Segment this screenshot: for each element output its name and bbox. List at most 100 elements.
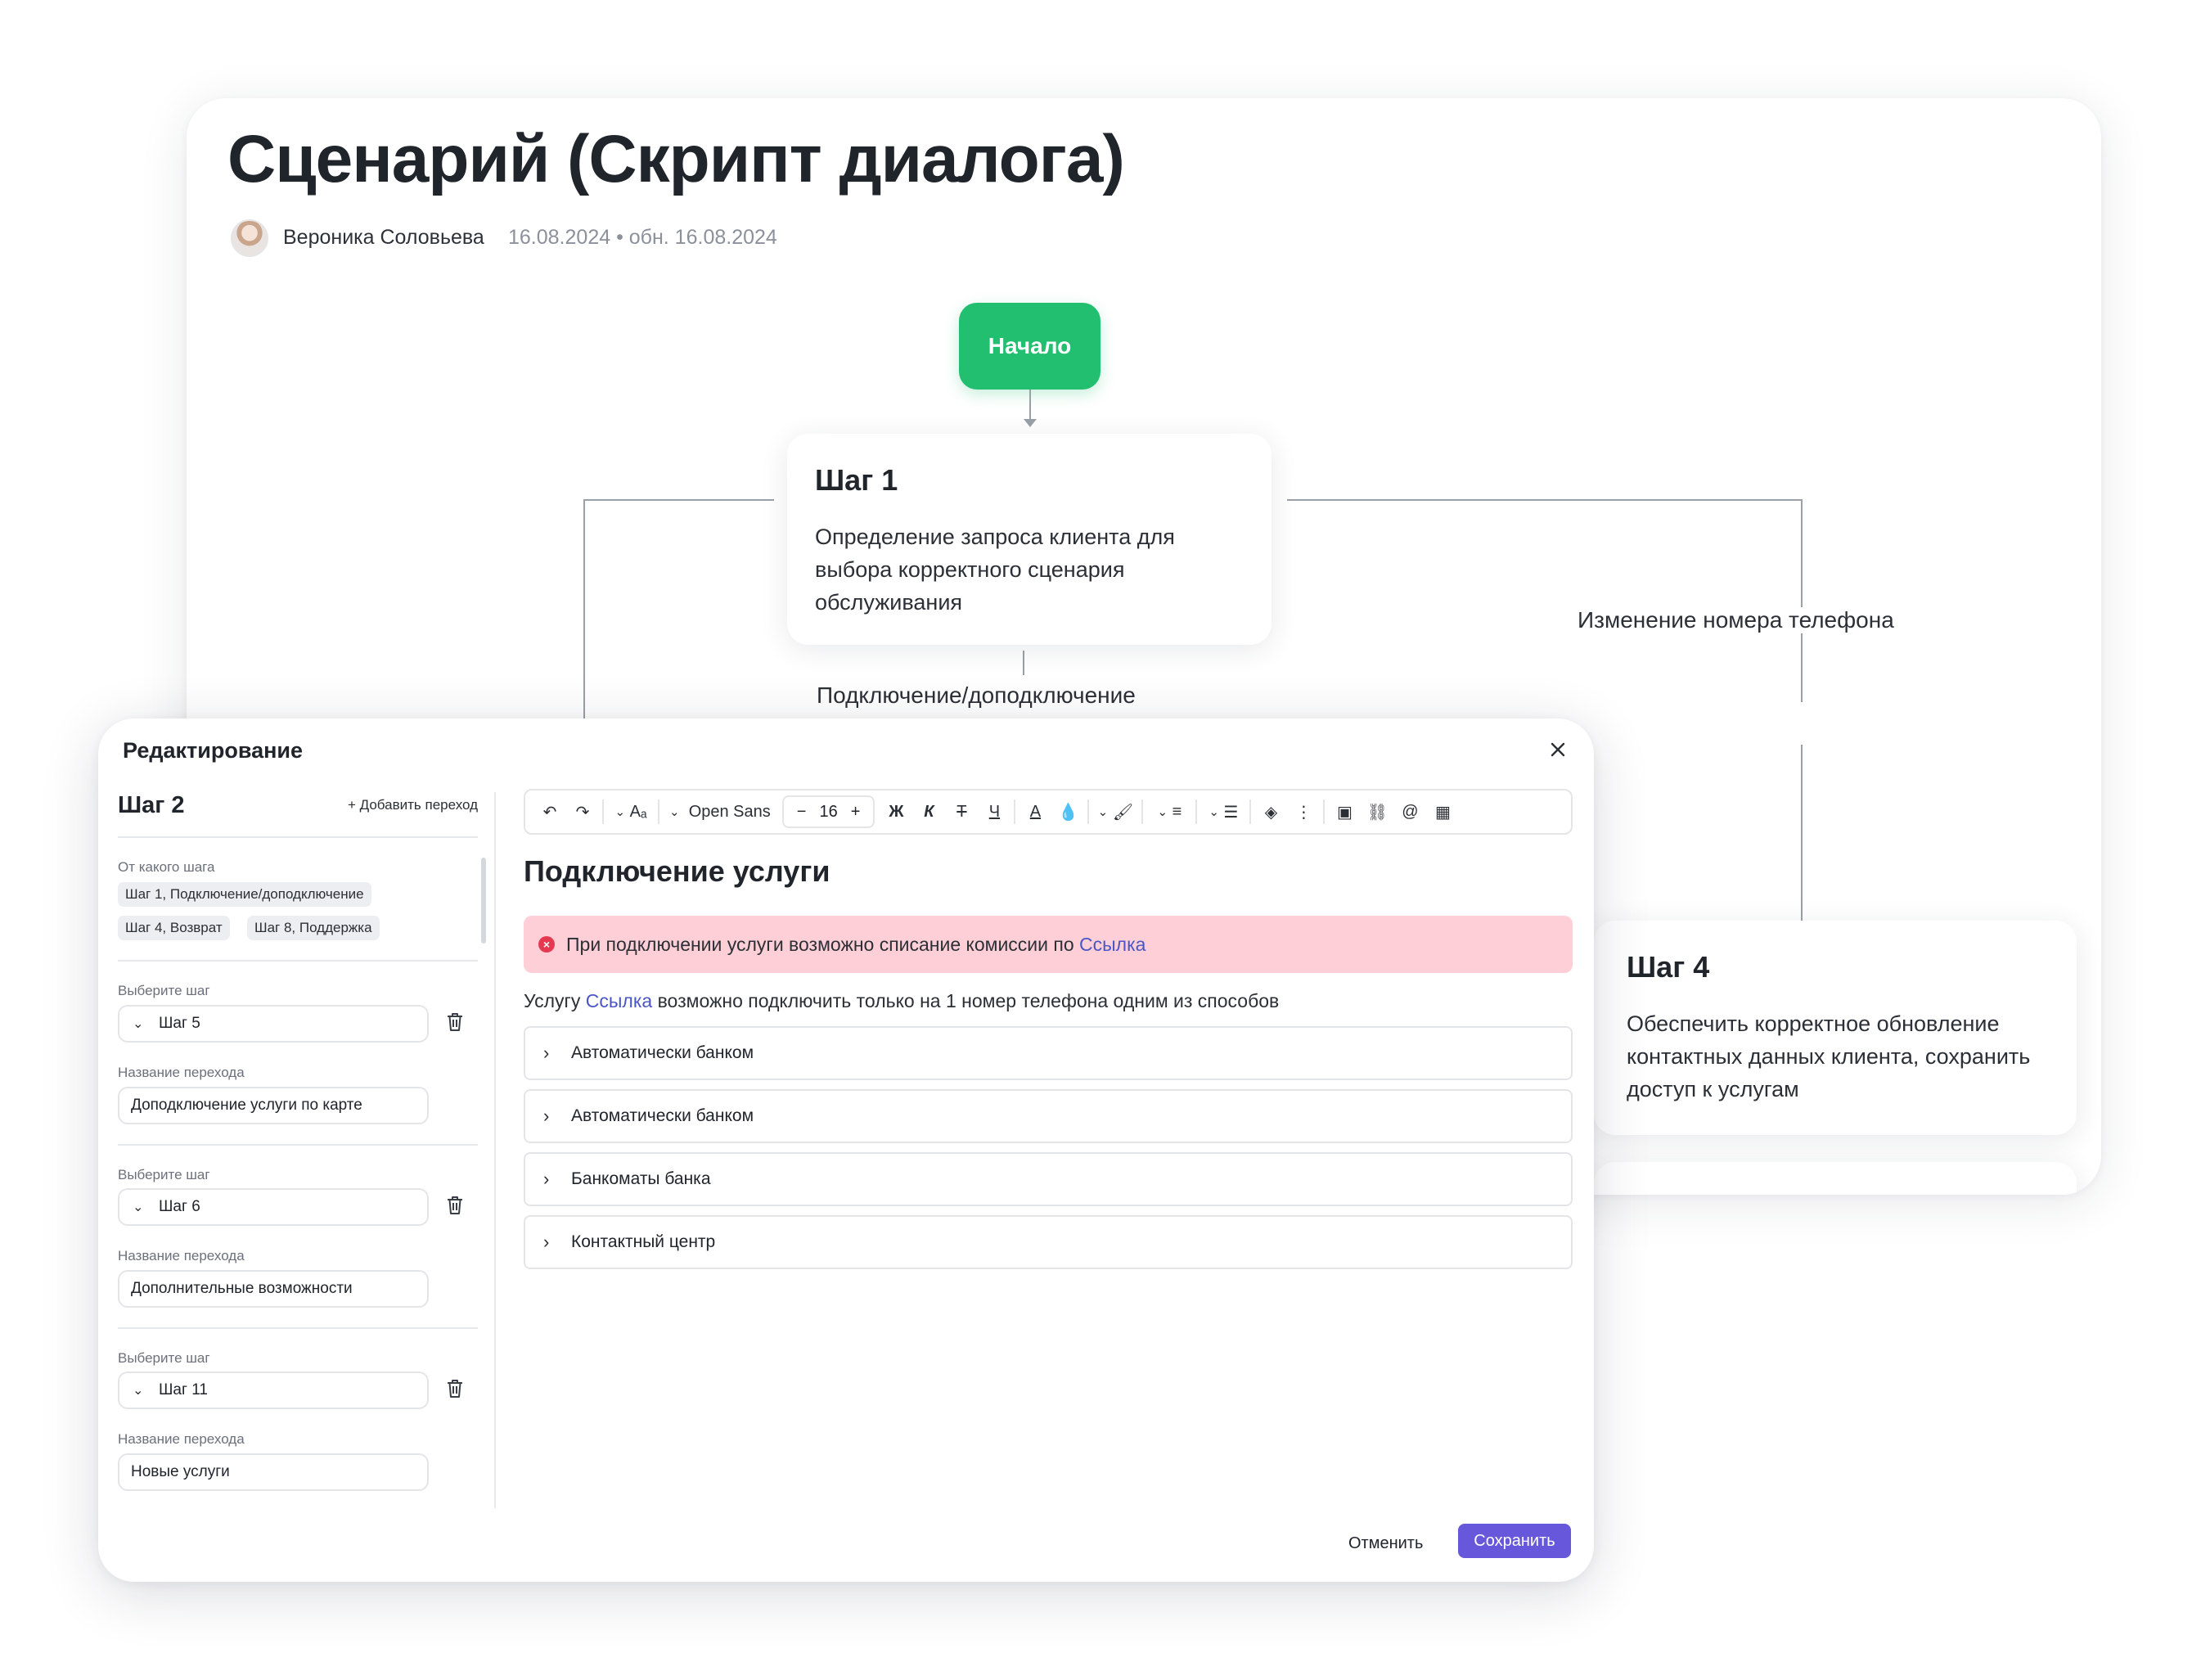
flow-step-1[interactable]: Шаг 1 Определение запроса клиента для вы… <box>787 434 1272 645</box>
step-description: Определение запроса клиента для выбора к… <box>815 525 1175 615</box>
divider <box>1141 799 1144 824</box>
cancel-button[interactable]: Отменить <box>1348 1527 1423 1560</box>
trash-icon[interactable] <box>445 1378 468 1403</box>
italic-button[interactable]: К <box>912 795 945 828</box>
divider <box>1014 799 1016 824</box>
edge-label-phone[interactable]: Изменение номера телефона <box>1578 607 1894 633</box>
flow-step-partial[interactable] <box>1594 1162 2077 1195</box>
step-select-value: Шаг 11 <box>159 1381 208 1398</box>
trash-icon[interactable] <box>445 1011 468 1036</box>
accordion-item[interactable]: › Контактный центр <box>524 1215 1573 1269</box>
bold-button[interactable]: Ж <box>880 795 912 828</box>
paragraph-link[interactable]: Ссылка <box>586 990 652 1011</box>
avatar[interactable] <box>231 219 268 257</box>
paragraph-text: Услугу <box>524 990 581 1011</box>
align-dropdown[interactable]: ⌄ ≡ <box>1146 795 1192 828</box>
connector-line <box>1023 651 1024 675</box>
document-dates: 16.08.2024 • обн. 16.08.2024 <box>508 226 777 249</box>
paint-roller-icon: 🖌 <box>1112 803 1134 822</box>
minus-icon[interactable]: − <box>790 803 813 822</box>
edge-label-connect[interactable]: Подключение/доподключение <box>817 682 1136 709</box>
align-left-icon: ≡ <box>1172 802 1182 821</box>
from-step-chip[interactable]: Шаг 1, Подключение/доподключение <box>118 882 371 907</box>
chevron-down-icon: ⌄ <box>1157 805 1168 819</box>
chevron-down-icon: ⌄ <box>133 1017 144 1031</box>
author-name[interactable]: Вероника Соловьева <box>283 226 484 250</box>
editor-heading[interactable]: Подключение услуги <box>524 854 830 889</box>
chevron-down-icon: ⌄ <box>1097 805 1109 819</box>
flow-start-node[interactable]: Начало <box>959 303 1101 390</box>
accordion-item[interactable]: › Автоматически банком <box>524 1026 1573 1080</box>
transition-name-input[interactable]: Дополнительные возможности <box>118 1270 429 1308</box>
format-paint-dropdown[interactable]: ⌄ 🖌 <box>1092 795 1138 828</box>
font-size-value: 16 <box>819 802 838 821</box>
connector-line <box>1029 390 1031 421</box>
trash-icon[interactable] <box>445 1195 468 1219</box>
scrollbar[interactable] <box>481 858 486 944</box>
link-icon[interactable]: ⛓ <box>1361 795 1393 828</box>
divider <box>1195 799 1198 824</box>
underline-button[interactable]: Ч <box>978 795 1010 828</box>
step-select[interactable]: ⌄ Шаг 5 <box>118 1005 429 1043</box>
error-icon: × <box>538 936 555 953</box>
divider <box>118 960 478 962</box>
plus-icon: + <box>347 797 360 813</box>
font-size-stepper[interactable]: − 16 + <box>781 795 875 828</box>
fill-color-icon[interactable]: ◈ <box>1254 795 1287 828</box>
from-step-chip[interactable]: Шаг 8, Поддержка <box>247 916 380 940</box>
chevron-right-icon: › <box>543 1043 550 1063</box>
chevron-down-icon: ⌄ <box>614 805 626 819</box>
transition-name-input[interactable]: Новые услуги <box>118 1453 429 1491</box>
redo-icon[interactable]: ↷ <box>566 795 599 828</box>
step-select[interactable]: ⌄ Шаг 6 <box>118 1188 429 1226</box>
accordion-item[interactable]: › Банкоматы банка <box>524 1152 1573 1206</box>
divider <box>1323 799 1326 824</box>
text-style-dropdown[interactable]: ⌄ Aₐ <box>607 795 655 828</box>
add-transition-button[interactable]: + Добавить переход <box>348 797 478 813</box>
step-select[interactable]: ⌄ Шаг 11 <box>118 1371 429 1409</box>
from-step-chip[interactable]: Шаг 4, Возврат <box>118 916 230 940</box>
list-dropdown[interactable]: ⌄ ☰ <box>1200 795 1246 828</box>
divider <box>602 799 604 824</box>
connector-line <box>583 499 774 501</box>
select-step-label: Выберите шаг <box>118 1350 210 1366</box>
flow-step-4[interactable]: Шаг 4 Обеспечить корректное обновление к… <box>1594 921 2077 1135</box>
edit-modal: Редактирование Шаг 2 + Добавить переход … <box>98 718 1594 1582</box>
divider <box>494 792 496 1508</box>
divider <box>658 799 659 824</box>
divider <box>1087 799 1090 824</box>
transition-name-label: Название перехода <box>118 1065 245 1080</box>
transition-name-label: Название перехода <box>118 1248 245 1263</box>
accordion-item[interactable]: › Автоматически банком <box>524 1089 1573 1143</box>
mention-icon[interactable]: @ <box>1393 795 1426 828</box>
chevron-down-icon: ⌄ <box>133 1384 144 1398</box>
chevron-right-icon: › <box>543 1169 550 1189</box>
transition-name-label: Название перехода <box>118 1431 245 1447</box>
text-size-icon: Aₐ <box>629 802 647 821</box>
more-vertical-icon[interactable]: ⋮ <box>1287 795 1320 828</box>
chevron-right-icon: › <box>543 1106 550 1126</box>
divider <box>118 1327 478 1329</box>
table-icon[interactable]: ▦ <box>1426 795 1459 828</box>
alert-link[interactable]: Ссылка <box>1079 934 1146 956</box>
connector-line <box>1801 499 1803 702</box>
chevron-right-icon: › <box>543 1232 550 1252</box>
transitions-panel: Шаг 2 + Добавить переход От какого шага … <box>118 784 494 1504</box>
editor-toolbar: ↶ ↷ ⌄ Aₐ ⌄ Open Sans − 16 + Ж К Т Ч A 💧 … <box>524 789 1573 835</box>
undo-icon[interactable]: ↶ <box>533 795 566 828</box>
plus-icon[interactable]: + <box>844 803 867 822</box>
step-title: Шаг 4 <box>1627 950 1710 984</box>
chevron-down-icon: ⌄ <box>1209 805 1219 819</box>
save-button[interactable]: Сохранить <box>1458 1524 1571 1558</box>
transition-name-input[interactable]: Доподключение услуги по карте <box>118 1087 429 1124</box>
font-family-dropdown[interactable]: ⌄ Open Sans <box>663 795 777 828</box>
divider <box>1249 799 1252 824</box>
step-select-value: Шаг 5 <box>159 1015 200 1032</box>
text-color-button[interactable]: A <box>1019 795 1051 828</box>
drop-icon[interactable]: 💧 <box>1051 795 1084 828</box>
image-icon[interactable]: ▣ <box>1328 795 1361 828</box>
step-description: Обеспечить корректное обновление контакт… <box>1627 1011 2031 1101</box>
close-icon[interactable] <box>1546 738 1569 761</box>
warning-alert: × При подключении услуги возможно списан… <box>524 916 1573 973</box>
strikethrough-button[interactable]: Т <box>945 795 978 828</box>
